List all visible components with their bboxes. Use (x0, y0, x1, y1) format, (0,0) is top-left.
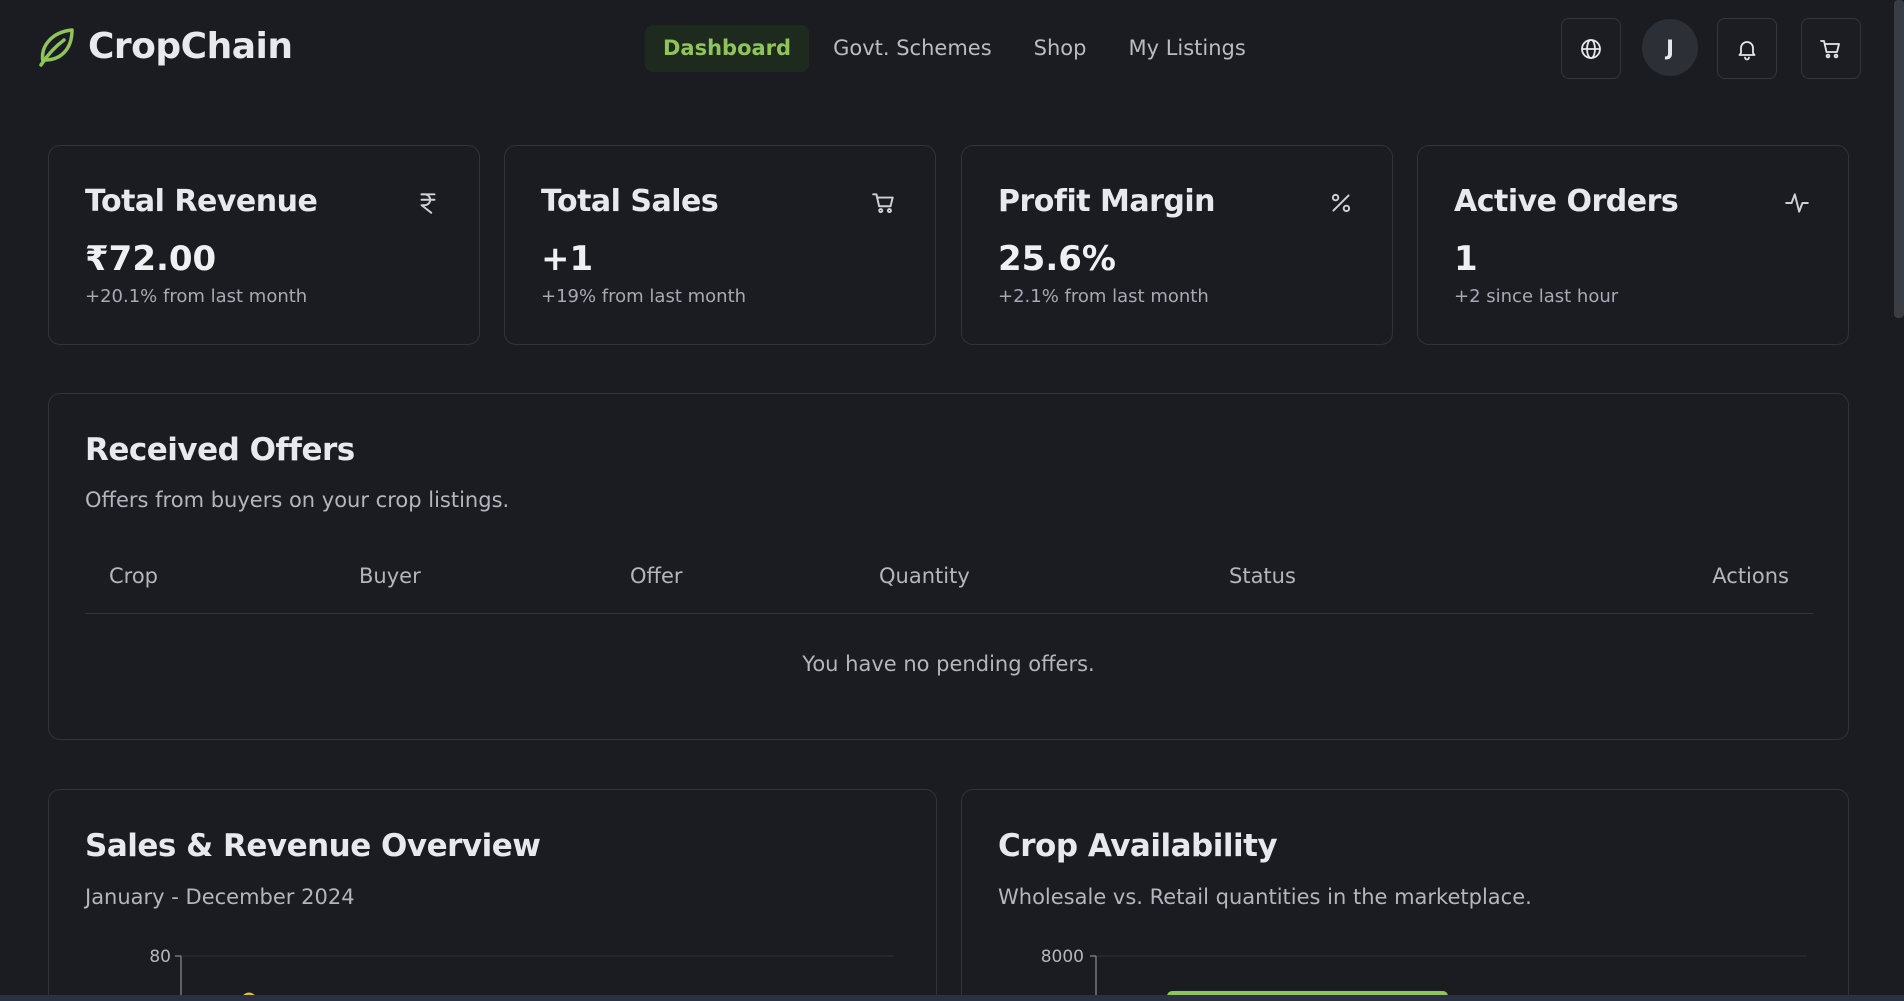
nav-shop[interactable]: Shop (1016, 25, 1105, 72)
offers-table-header: Crop Buyer Offer Quantity Status Actions (85, 564, 1813, 614)
activity-icon (1785, 193, 1809, 213)
bell-icon (1738, 40, 1756, 60)
stat-delta: +2 since last hour (1454, 286, 1619, 307)
crop-availability-chart-card: Crop Availability Wholesale vs. Retail q… (961, 789, 1849, 1001)
rupee-icon (420, 193, 436, 214)
column-header-quantity: Quantity (879, 564, 970, 588)
cart-icon (872, 193, 894, 214)
stat-card-profit-margin: Profit Margin 25.6% +2.1% from last mont… (961, 145, 1393, 345)
stat-delta: +2.1% from last month (998, 286, 1209, 307)
crop-availability-plot: 8000 (1041, 947, 1806, 1001)
stat-title: Total Revenue (85, 184, 318, 219)
stat-card-total-sales: Total Sales +1 +19% from last month (504, 145, 936, 345)
stat-delta: +19% from last month (541, 286, 747, 307)
stat-title: Active Orders (1454, 184, 1679, 219)
stat-value: 1 (1454, 239, 1478, 279)
section-title: Received Offers (85, 432, 355, 468)
column-header-crop: Crop (109, 564, 159, 588)
stat-value: +1 (541, 239, 594, 279)
sales-revenue-plot: 80 (149, 947, 893, 1001)
nav-my-listings[interactable]: My Listings (1110, 25, 1263, 72)
stat-title: Profit Margin (998, 184, 1216, 219)
notifications-button[interactable] (1717, 18, 1777, 79)
top-navigation-bar: CropChain Dashboard Govt. Schemes Shop M… (0, 0, 1904, 98)
section-subtitle: Offers from buyers on your crop listings… (85, 488, 510, 512)
leaf-icon (39, 28, 74, 67)
stat-value: 25.6% (998, 239, 1116, 279)
user-avatar[interactable]: J (1642, 19, 1698, 76)
column-header-buyer: Buyer (359, 564, 421, 588)
stat-card-total-revenue: Total Revenue ₹72.00 +20.1% from last mo… (48, 145, 480, 345)
brand-name: CropChain (88, 25, 293, 67)
cart-icon (1820, 39, 1840, 58)
brand-logo[interactable]: CropChain (36, 24, 293, 68)
stat-card-active-orders: Active Orders 1 +2 since last hour (1417, 145, 1849, 345)
column-header-status: Status (1229, 564, 1296, 588)
stat-delta: +20.1% from last month (85, 286, 308, 307)
y-tick-label: 80 (149, 947, 171, 967)
language-button[interactable] (1561, 18, 1621, 79)
nav-dashboard[interactable]: Dashboard (645, 25, 810, 72)
y-tick-label: 8000 (1041, 947, 1084, 967)
column-header-offer: Offer (630, 564, 683, 588)
nav-govt-schemes[interactable]: Govt. Schemes (815, 25, 1010, 72)
page-scrollbar[interactable] (1894, 0, 1904, 318)
sales-revenue-chart-card: Sales & Revenue Overview January - Decem… (48, 789, 937, 1001)
stat-value: ₹72.00 (85, 239, 217, 279)
globe-icon (1581, 38, 1601, 59)
stat-title: Total Sales (541, 184, 719, 219)
column-header-actions: Actions (1712, 564, 1789, 588)
main-nav: Dashboard Govt. Schemes Shop My Listings (645, 25, 1270, 72)
window-bottom-edge (0, 995, 1904, 1001)
cart-button[interactable] (1801, 18, 1861, 79)
received-offers-card: Received Offers Offers from buyers on yo… (48, 393, 1849, 740)
empty-offers-message: You have no pending offers. (802, 652, 1095, 676)
percent-icon (1331, 193, 1351, 213)
